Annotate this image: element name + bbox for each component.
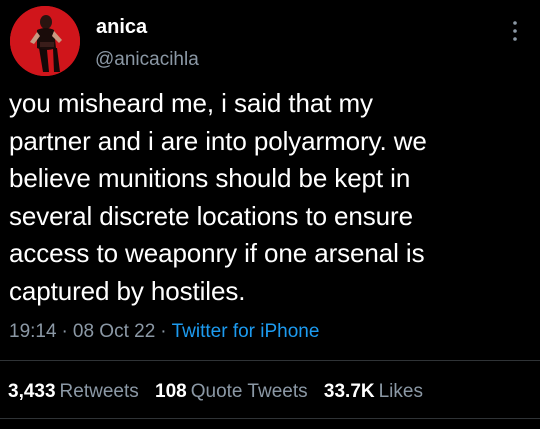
tweet-text-line: access to weaponry if one arsenal is — [9, 238, 425, 268]
tweet-meta: 19:14 · 08 Oct 22 · Twitter for iPhone — [9, 321, 319, 343]
divider — [0, 418, 540, 419]
retweets-stat[interactable]: 3,433 Retweets — [8, 381, 139, 402]
meta-separator: · — [160, 321, 167, 342]
retweets-label: Retweets — [59, 381, 139, 402]
user-handle[interactable]: @anicacihla — [95, 49, 199, 71]
quote-tweets-count: 108 — [155, 381, 187, 402]
tweet-date[interactable]: 08 Oct 22 — [73, 321, 155, 342]
tweet-stats: 3,433 Retweets 108 Quote Tweets 33.7K Likes — [8, 381, 434, 403]
display-name[interactable]: anica — [96, 16, 147, 39]
tweet-text-line: captured by hostiles. — [9, 275, 246, 306]
avatar[interactable] — [10, 6, 80, 76]
tweet-text-line: several discrete locations to ensure — [9, 200, 413, 231]
tweet-text-line: partner and i are into polyarmory. we — [9, 125, 427, 156]
retweets-count: 3,433 — [8, 381, 56, 402]
tweet-source-link[interactable]: Twitter for iPhone — [172, 321, 320, 342]
avatar-image — [10, 6, 80, 76]
tweet: anica @anicacihla you misheard me, i sai… — [0, 0, 540, 429]
tweet-text: you misheard me, i said that my partner … — [9, 85, 531, 310]
meta-separator: · — [61, 321, 68, 342]
likes-label: Likes — [378, 381, 423, 402]
likes-stat[interactable]: 33.7K Likes — [324, 381, 423, 402]
tweet-text-line: you misheard me, i said that my — [9, 88, 373, 118]
quote-tweets-stat[interactable]: 108 Quote Tweets — [155, 381, 308, 402]
divider — [0, 360, 540, 361]
tweet-time[interactable]: 19:14 — [9, 321, 57, 342]
likes-count: 33.7K — [323, 381, 375, 402]
more-vertical-icon[interactable] — [508, 18, 522, 44]
tweet-text-line: believe munitions should be kept in — [9, 163, 411, 193]
quote-tweets-label: Quote Tweets — [190, 381, 308, 402]
